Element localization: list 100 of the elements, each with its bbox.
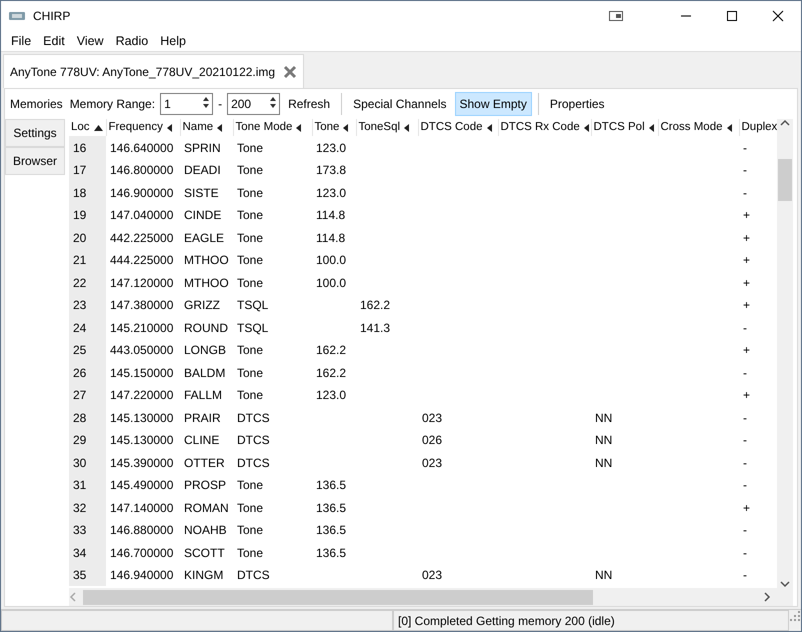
table-cell: 145.150000 [110, 366, 174, 380]
close-icon[interactable] [283, 64, 298, 78]
table-cell: CINDE [184, 208, 222, 222]
table-cell: NOAHB [184, 523, 227, 537]
toolbar-button[interactable]: Properties [544, 92, 610, 116]
table-cell: 145.130000 [110, 410, 174, 424]
menu-item[interactable]: Help [154, 32, 192, 50]
document-tab[interactable]: AnyTone 778UV: AnyTone_778UV_20210122.img [3, 54, 304, 88]
table-cell: 444.225000 [110, 253, 174, 267]
table-cell: 146.900000 [110, 186, 174, 200]
row-number: 18 [73, 186, 86, 200]
toolbar-button[interactable]: Show Empty [454, 92, 532, 116]
table-cell: GRIZZ [184, 298, 220, 312]
column-header[interactable]: DTCS Rx Code [500, 119, 590, 136]
table-cell: 146.940000 [110, 568, 174, 582]
column-header[interactable]: DTCS Pol [594, 119, 657, 136]
table-cell: 147.220000 [110, 388, 174, 402]
table-cell: 023 [422, 456, 442, 470]
table-cell: DTCS [237, 410, 270, 424]
row-number: 21 [73, 253, 86, 267]
toolbar-button[interactable]: Special Channels [348, 92, 452, 116]
table-cell: 136.5 [316, 478, 346, 492]
table-cell: 162.2 [316, 343, 346, 357]
toolbar-button[interactable]: Refresh [283, 92, 336, 116]
row-number: 16 [73, 140, 86, 154]
table-cell: - [743, 410, 747, 424]
table-cell: Tone [237, 500, 264, 514]
table-cell: 141.3 [360, 320, 390, 334]
table-cell: 162.2 [316, 366, 346, 380]
table-cell: 147.380000 [110, 298, 174, 312]
tray-icon [609, 11, 623, 21]
down-arrow-icon[interactable] [268, 103, 278, 110]
table-cell: - [743, 456, 747, 470]
menu-item[interactable]: Radio [110, 32, 154, 50]
resize-grip-icon [789, 610, 801, 622]
table-cell: - [743, 546, 747, 560]
number-field[interactable]: 200 [227, 93, 280, 115]
table-cell: - [743, 523, 747, 537]
scroll-up-icon[interactable] [780, 119, 790, 127]
row-number: 19 [73, 208, 86, 222]
table-cell: ROMAN [184, 500, 229, 514]
status-message: [0] Completed Getting memory 200 (idle) [398, 612, 615, 630]
table-cell: Tone [237, 366, 264, 380]
scroll-down-icon[interactable] [780, 580, 790, 588]
column-header[interactable]: Duplex [742, 119, 777, 136]
table-cell: Tone [237, 208, 264, 222]
table-cell: 100.0 [316, 276, 346, 290]
column-header[interactable]: Name [182, 119, 232, 136]
window-title: CHIRP [33, 8, 70, 25]
table-cell: + [743, 388, 750, 402]
table-cell: 023 [422, 410, 442, 424]
down-arrow-icon[interactable] [201, 103, 212, 110]
table-cell: Tone [237, 140, 264, 154]
menu-item[interactable]: File [5, 32, 38, 50]
table-cell: FALLM [184, 388, 222, 402]
up-arrow-icon[interactable] [268, 95, 278, 102]
table-cell: SPRIN [184, 140, 221, 154]
table-cell: 442.225000 [110, 230, 174, 244]
table-cell: Tone [237, 478, 264, 492]
column-header[interactable]: DTCS Code [420, 119, 497, 136]
table-cell: OTTER [184, 456, 225, 470]
table-cell: - [743, 568, 747, 582]
column-header[interactable]: Tone [314, 119, 355, 136]
table-cell: 147.040000 [110, 208, 174, 222]
table-cell: 023 [422, 568, 442, 582]
number-field[interactable]: 1 [160, 93, 214, 115]
up-arrow-icon[interactable] [201, 95, 212, 102]
row-number: 17 [73, 163, 86, 177]
side-tab[interactable]: Browser [5, 147, 65, 175]
column-header[interactable]: Loc [71, 119, 105, 136]
table-cell: + [743, 253, 750, 267]
column-header[interactable]: Frequency [108, 119, 179, 136]
column-header[interactable]: ToneSql [358, 119, 417, 136]
scroll-right-icon[interactable] [763, 592, 771, 602]
scrollbar-thumb[interactable] [83, 590, 593, 604]
table-cell: 114.8 [316, 230, 346, 244]
table-cell: - [743, 163, 747, 177]
menu-item[interactable]: View [70, 32, 110, 50]
table-cell: DTCS [237, 568, 270, 582]
table-cell: Tone [237, 163, 264, 177]
table-cell: Tone [237, 343, 264, 357]
range-separator: - [217, 96, 224, 113]
row-number: 28 [73, 410, 86, 424]
table-cell: 443.050000 [110, 343, 174, 357]
scrollbar-thumb[interactable] [778, 159, 792, 201]
row-number: 29 [73, 433, 86, 447]
table-cell: + [743, 230, 750, 244]
row-number: 20 [73, 230, 86, 244]
table-cell: 136.5 [316, 500, 346, 514]
table-cell: Tone [237, 230, 264, 244]
menu-item[interactable]: Edit [37, 32, 71, 50]
side-tab[interactable]: Settings [5, 119, 65, 147]
column-header[interactable]: Tone Mode [236, 119, 311, 136]
table-cell: ROUND [184, 320, 228, 334]
table-cell: 136.5 [316, 546, 346, 560]
maximize-icon [726, 10, 738, 22]
table-cell: + [743, 208, 750, 222]
table-cell: 147.140000 [110, 500, 174, 514]
column-header[interactable]: Cross Mode [660, 119, 738, 136]
table-cell: 146.640000 [110, 140, 174, 154]
